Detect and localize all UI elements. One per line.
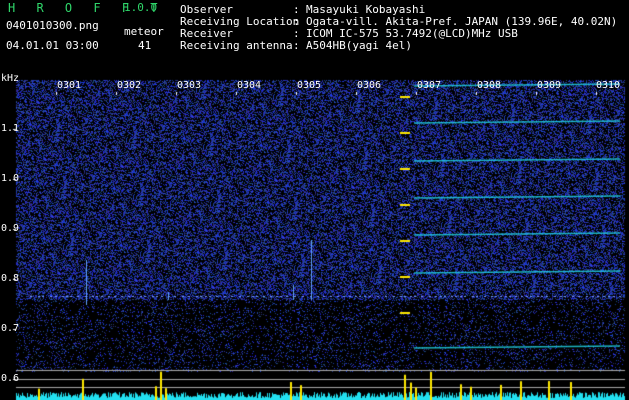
time-tick-label: 0304 <box>237 80 262 91</box>
y-axis-unit: kHz <box>1 73 20 84</box>
time-tick-label: 0309 <box>537 80 562 91</box>
time-tick-label: 0306 <box>357 80 382 91</box>
meteor-label: meteor <box>124 25 164 38</box>
app-version: 1.0.0 <box>124 1 158 14</box>
antenna-label: Receiving antenna <box>180 39 293 52</box>
hroft-window: H R O F F T 1.0.0 0401010300.png meteor … <box>0 0 629 400</box>
y-tick-label: 0.9 <box>1 223 20 234</box>
time-tick-label: 0301 <box>57 80 82 91</box>
time-tick-label: 0305 <box>297 80 322 91</box>
meteor-count: 41 <box>138 39 152 52</box>
datetime: 04.01.01 03:00 <box>6 39 99 52</box>
spectrogram-canvas <box>0 0 629 400</box>
time-tick-label: 0310 <box>596 80 621 91</box>
file-name: 0401010300.png <box>6 19 99 32</box>
antenna-colon: : <box>293 39 300 52</box>
y-tick-label: 0.7 <box>1 323 20 334</box>
time-tick-label: 0303 <box>177 80 202 91</box>
time-tick-label: 0308 <box>477 80 502 91</box>
time-tick-label: 0302 <box>117 80 142 91</box>
y-tick-label: 1.0 <box>1 173 20 184</box>
y-tick-label: 0.6 <box>1 373 20 384</box>
time-tick-label: 0307 <box>417 80 442 91</box>
antenna-value: A504HB(yagi 4el) <box>306 39 412 52</box>
y-tick-label: 0.8 <box>1 273 20 284</box>
y-tick-label: 1.1 <box>1 123 20 134</box>
